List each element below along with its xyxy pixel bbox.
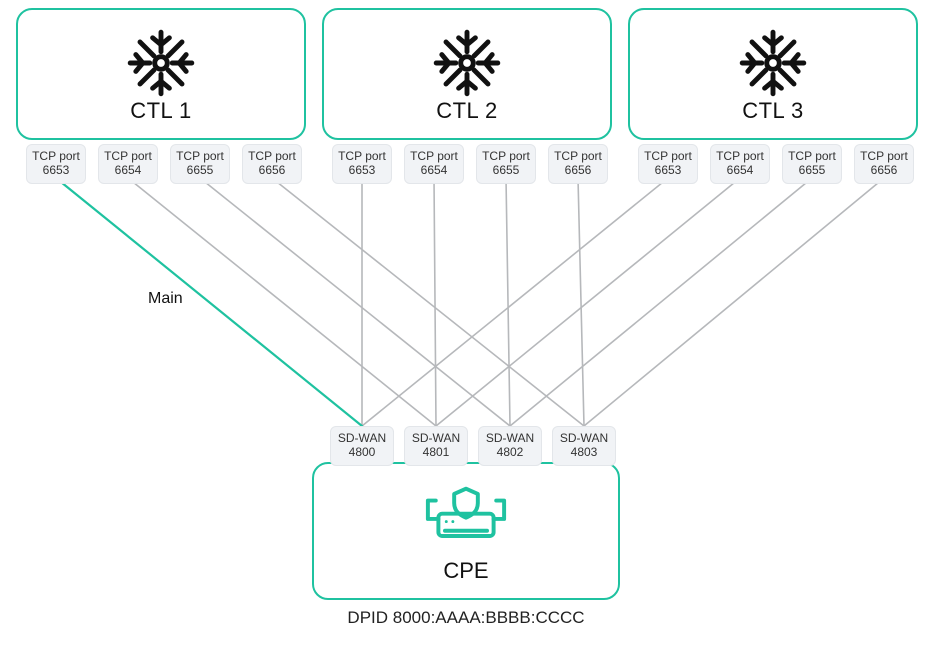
controller-box-1: CTL 1	[16, 8, 306, 140]
cpe-box: CPE	[312, 462, 620, 600]
cpe-label: CPE	[314, 558, 618, 584]
main-connection-label: Main	[148, 290, 183, 308]
main-connection-line	[56, 178, 362, 426]
tcp-port-badge: TCP port6655	[476, 144, 536, 184]
tcp-port-badge: TCP port6655	[170, 144, 230, 184]
controller-label: CTL 3	[630, 98, 916, 124]
tcp-port-badge: TCP port6654	[404, 144, 464, 184]
dpid-label: DPID 8000:AAAA:BBBB:CCCC	[312, 608, 620, 628]
snowflake-icon	[126, 28, 196, 98]
controller-box-3: CTL 3	[628, 8, 918, 140]
tcp-port-badge: TCP port6654	[710, 144, 770, 184]
controller-label: CTL 1	[18, 98, 304, 124]
tcp-port-badge: TCP port6654	[98, 144, 158, 184]
sdwan-port-badge: SD-WAN4800	[330, 426, 394, 466]
tcp-port-badge: TCP port6653	[332, 144, 392, 184]
tcp-port-badge: TCP port6655	[782, 144, 842, 184]
diagram-stage: CTL 1 TCP port6653 TCP port6654 TCP port665…	[0, 0, 935, 650]
snowflake-icon	[432, 28, 502, 98]
tcp-port-badge: TCP port6656	[854, 144, 914, 184]
tcp-port-badge: TCP port6656	[242, 144, 302, 184]
sdwan-port-badge: SD-WAN4803	[552, 426, 616, 466]
cpe-router-icon	[420, 480, 512, 550]
sdwan-port-badge: SD-WAN4802	[478, 426, 542, 466]
snowflake-icon	[738, 28, 808, 98]
tcp-port-badge: TCP port6653	[26, 144, 86, 184]
tcp-port-badge: TCP port6656	[548, 144, 608, 184]
sdwan-port-badge: SD-WAN4801	[404, 426, 468, 466]
controller-label: CTL 2	[324, 98, 610, 124]
tcp-port-badge: TCP port6653	[638, 144, 698, 184]
controller-box-2: CTL 2	[322, 8, 612, 140]
